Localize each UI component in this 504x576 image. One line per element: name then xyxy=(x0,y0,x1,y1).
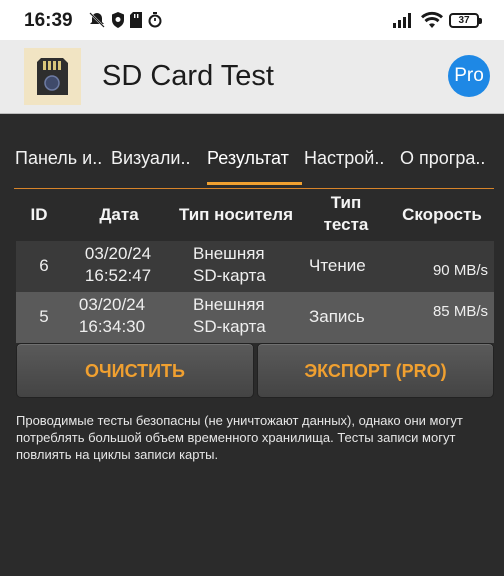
cell-speed: 85 MB/s xyxy=(432,303,488,320)
cell-id: 5 xyxy=(39,307,49,326)
header-test-type: Тип теста xyxy=(308,192,384,236)
shield-icon xyxy=(110,11,126,29)
cell-date: 03/20/24 xyxy=(78,295,146,314)
app-bar: SD Card Test Pro xyxy=(0,40,504,114)
cell-speed: 90 MB/s xyxy=(432,262,488,279)
header-test-type-line2: теста xyxy=(323,215,369,234)
cell-test-type: Запись xyxy=(309,307,365,326)
header-date: Дата xyxy=(99,205,139,224)
header-id: ID xyxy=(30,205,48,224)
cell-time: 16:34:30 xyxy=(78,317,146,336)
battery-icon: 37 xyxy=(449,13,482,28)
cell-media-line1: Внешняя xyxy=(193,295,265,314)
status-time: 16:39 xyxy=(24,10,73,31)
cell-id: 6 xyxy=(39,256,49,275)
app-title: SD Card Test xyxy=(102,60,274,92)
table-row[interactable]: 6 03/20/24 16:52:47 Внешняя SD-карта Чте… xyxy=(16,241,494,292)
status-bar: 16:39 37 xyxy=(0,0,504,40)
header-speed: Скорость xyxy=(402,205,482,224)
table-header: ID Дата Тип носителя Тип теста Скорость xyxy=(16,190,494,240)
cell-media-line2: SD-карта xyxy=(193,266,266,285)
safety-note: Проводимые тесты безопасны (не уничтожаю… xyxy=(16,413,463,462)
tab-divider xyxy=(14,188,494,189)
signal-icon xyxy=(392,11,416,29)
tab-visualization[interactable]: Визуали.. xyxy=(111,148,203,169)
header-test-type-line1: Тип xyxy=(330,193,362,212)
clear-button[interactable]: ОЧИСТИТЬ xyxy=(16,343,254,398)
wifi-icon xyxy=(420,11,444,29)
cell-time: 16:52:47 xyxy=(84,266,152,285)
export-pro-button[interactable]: ЭКСПОРТ (PRO) xyxy=(257,343,494,398)
tab-bar: Панель и.. Визуали.. Результат Настрой..… xyxy=(0,114,504,190)
sd-card-status-icon xyxy=(129,11,143,29)
tab-about[interactable]: О програ.. xyxy=(400,148,495,169)
cell-date: 03/20/24 xyxy=(84,244,152,263)
tab-settings[interactable]: Настрой.. xyxy=(304,148,394,169)
timer-icon xyxy=(147,11,163,29)
table-row[interactable]: 5 03/20/24 16:34:30 Внешняя SD-карта Зап… xyxy=(16,292,494,343)
pro-button[interactable]: Pro xyxy=(448,55,490,97)
active-tab-indicator xyxy=(207,182,302,185)
cell-test-type: Чтение xyxy=(309,256,366,275)
cell-media-line2: SD-карта xyxy=(193,317,266,336)
cell-media-line1: Внешняя xyxy=(193,244,265,263)
mute-alarm-icon xyxy=(88,11,106,29)
tab-results[interactable]: Результат xyxy=(207,148,302,169)
header-media-type: Тип носителя xyxy=(178,205,293,224)
app-logo-icon xyxy=(24,48,81,105)
tab-dashboard[interactable]: Панель и.. xyxy=(15,148,111,169)
